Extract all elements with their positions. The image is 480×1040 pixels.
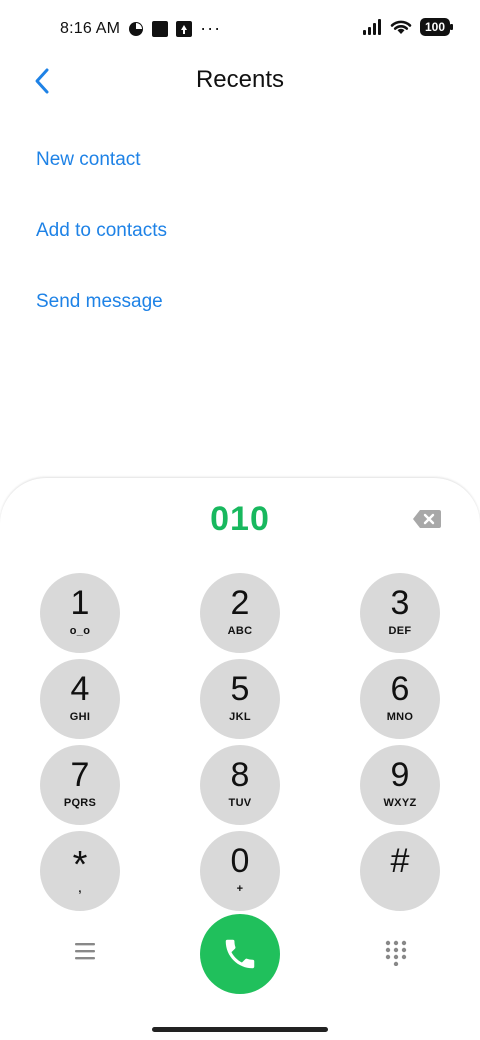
- key-digit: *: [72, 844, 88, 886]
- dialed-number: 010: [210, 500, 270, 538]
- key-letters: +: [236, 883, 244, 895]
- key-6[interactable]: 6 MNO: [360, 659, 440, 739]
- upload-notification-icon: [176, 20, 193, 37]
- square-notification-icon: [152, 20, 169, 37]
- key-letters: PQRS: [63, 797, 97, 809]
- dialer-bottom-row: [0, 914, 480, 994]
- key-letters: WXYZ: [383, 797, 417, 809]
- key-3[interactable]: 3 DEF: [360, 573, 440, 653]
- key-digit: 5: [230, 670, 250, 708]
- key-letters: DEF: [388, 625, 412, 637]
- key-letters: ABC: [227, 625, 253, 637]
- add-to-contacts-link[interactable]: Add to contacts: [36, 209, 167, 253]
- key-5[interactable]: 5 JKL: [200, 659, 280, 739]
- key-digit: 4: [70, 670, 90, 708]
- backspace-icon: [413, 510, 441, 528]
- key-digit: 7: [70, 756, 90, 794]
- key-digit: #: [390, 842, 410, 880]
- key-letters: o_o: [69, 625, 91, 637]
- key-digit: 9: [390, 756, 410, 794]
- more-dots-icon: ···: [200, 18, 222, 38]
- phone-icon: [225, 939, 255, 969]
- call-button[interactable]: [200, 914, 280, 994]
- key-digit: 8: [230, 756, 250, 794]
- key-star[interactable]: * ,: [40, 831, 120, 911]
- key-digit: 1: [70, 584, 90, 622]
- key-1[interactable]: 1 o_o: [40, 573, 120, 653]
- action-list: New contact Add to contacts Send message: [36, 138, 167, 351]
- status-left: 8:16 AM ···: [60, 18, 221, 39]
- key-2[interactable]: 2 ABC: [200, 573, 280, 653]
- key-4[interactable]: 4 GHI: [40, 659, 120, 739]
- key-letters: GHI: [69, 711, 91, 723]
- key-9[interactable]: 9 WXYZ: [360, 745, 440, 825]
- key-digit: 3: [390, 584, 410, 622]
- page-title: Recents: [195, 66, 285, 93]
- dialpad-icon: [385, 940, 407, 967]
- key-digit: 0: [230, 842, 250, 880]
- key-digit: 2: [230, 584, 250, 622]
- signal-icon: [362, 19, 382, 35]
- dialer-sheet: 010 1 o_o 2 ABC 3 DEF 4 GHI 5 JKL 6 MNO: [0, 478, 480, 1040]
- top-app-bar: Recents: [0, 56, 480, 106]
- status-right: 100: [362, 18, 454, 36]
- pie-status-icon: [128, 21, 144, 37]
- key-digit: 6: [390, 670, 410, 708]
- wifi-icon: [390, 19, 412, 35]
- key-letters: JKL: [229, 711, 251, 723]
- battery-icon: 100: [419, 18, 454, 36]
- new-contact-link[interactable]: New contact: [36, 138, 167, 182]
- status-time: 8:16 AM: [60, 19, 121, 37]
- key-8[interactable]: 8 TUV: [200, 745, 280, 825]
- key-letters: TUV: [228, 797, 252, 809]
- send-message-link[interactable]: Send message: [36, 280, 167, 324]
- menu-icon: [75, 943, 95, 960]
- menu-button[interactable]: [72, 938, 98, 964]
- key-0[interactable]: 0 +: [200, 831, 280, 911]
- status-bar: 8:16 AM ··· 100: [0, 0, 480, 56]
- key-hash[interactable]: #: [360, 831, 440, 911]
- key-letters: MNO: [386, 711, 414, 723]
- keypad-toggle-button[interactable]: [384, 940, 408, 967]
- key-letters: ,: [78, 883, 82, 895]
- backspace-button[interactable]: [412, 508, 442, 530]
- key-7[interactable]: 7 PQRS: [40, 745, 120, 825]
- home-indicator[interactable]: [152, 1027, 328, 1032]
